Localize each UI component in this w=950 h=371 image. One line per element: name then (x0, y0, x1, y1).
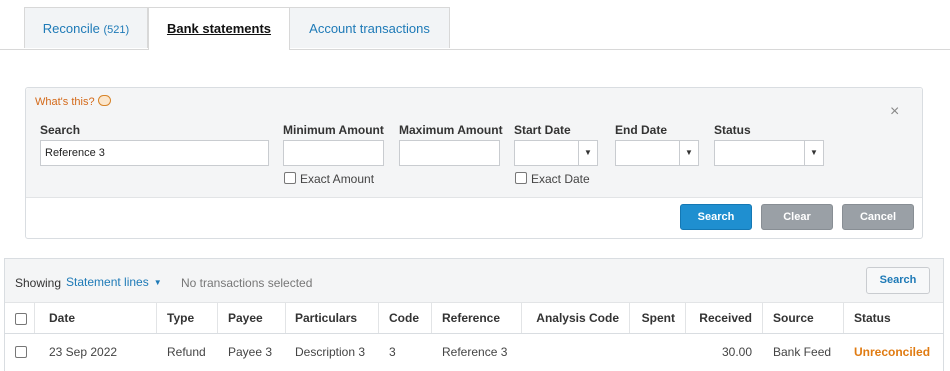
minimum-amount-label: Minimum Amount (283, 123, 384, 137)
column-payee[interactable]: Payee (228, 303, 263, 333)
checkbox-icon[interactable] (515, 172, 527, 184)
caret-down-icon[interactable]: ▼ (679, 141, 698, 165)
search-label: Search (40, 123, 81, 137)
column-reference[interactable]: Reference (442, 303, 500, 333)
row-received: 30.00 (721, 345, 752, 359)
showing-label: Showing (15, 276, 62, 290)
table-header: Date Type Payee Particulars Code Referen… (5, 303, 943, 334)
row-analysis-code (521, 334, 629, 370)
search-panel-fields: What's this? × Search Minimum Amount Max… (26, 88, 922, 198)
column-received[interactable]: Received (685, 303, 762, 333)
lines-search-button[interactable]: Search (866, 267, 930, 294)
close-icon[interactable]: × (890, 103, 899, 121)
status-select[interactable]: ▼ (714, 140, 824, 166)
search-button[interactable]: Search (680, 204, 752, 230)
search-input[interactable] (40, 140, 269, 166)
speech-bubble-icon[interactable] (98, 95, 111, 106)
row-spent (629, 334, 685, 370)
tab-reconcile-label: Reconcile (42, 21, 100, 36)
cancel-button[interactable]: Cancel (842, 204, 914, 230)
start-date-label: Start Date (514, 123, 571, 137)
checkbox-icon[interactable] (284, 172, 296, 184)
view-dropdown[interactable]: Statement lines ▼ (66, 275, 162, 289)
tab-reconcile-count: (521) (103, 24, 130, 36)
row-particulars: Description 3 (295, 345, 366, 359)
search-panel: What's this? × Search Minimum Amount Max… (25, 87, 923, 239)
caret-down-icon: ▼ (153, 278, 162, 287)
row-date: 23 Sep 2022 (49, 345, 118, 359)
tab-bank-statements[interactable]: Bank statements (148, 7, 290, 50)
minimum-amount-input[interactable] (283, 140, 384, 166)
start-date-picker[interactable]: ▼ (514, 140, 598, 166)
table-row[interactable]: 23 Sep 2022 Refund Payee 3 Description 3… (5, 334, 943, 370)
column-status[interactable]: Status (854, 303, 891, 333)
statement-lines-table: Showing Statement lines ▼ No transactions… (4, 258, 944, 371)
tab-bank-statements-label: Bank statements (166, 21, 272, 36)
row-payee: Payee 3 (228, 345, 273, 359)
caret-down-icon[interactable]: ▼ (804, 141, 823, 165)
selection-status: No transactions selected (181, 276, 313, 290)
tab-account-transactions[interactable]: Account transactions (289, 7, 450, 48)
exact-date-label: Exact Date (531, 172, 590, 186)
exact-amount-label: Exact Amount (300, 172, 375, 186)
column-type[interactable]: Type (167, 303, 194, 333)
column-code[interactable]: Code (389, 303, 419, 333)
row-reference: Reference 3 (442, 345, 508, 359)
maximum-amount-label: Maximum Amount (399, 123, 503, 137)
view-dropdown-label: Statement lines (66, 275, 149, 289)
row-status-badge: Unreconciled (854, 345, 931, 359)
tab-reconcile[interactable]: Reconcile (521) (24, 7, 148, 48)
caret-down-icon[interactable]: ▼ (578, 141, 597, 165)
tab-account-transactions-label: Account transactions (309, 21, 430, 36)
column-analysis-code[interactable]: Analysis Code (521, 303, 629, 333)
row-type: Refund (167, 345, 206, 359)
lines-toolbar: Showing Statement lines ▼ No transactions… (5, 259, 943, 303)
maximum-amount-input[interactable] (399, 140, 500, 166)
select-all-checkbox[interactable] (15, 313, 27, 325)
whats-this-link[interactable]: What's this? (35, 96, 95, 108)
exact-amount-checkbox[interactable]: Exact Amount (284, 172, 374, 186)
end-date-label: End Date (615, 123, 668, 137)
column-source[interactable]: Source (773, 303, 814, 333)
end-date-picker[interactable]: ▼ (615, 140, 699, 166)
exact-date-checkbox[interactable]: Exact Date (515, 172, 590, 186)
column-particulars[interactable]: Particulars (295, 303, 357, 333)
status-label: Status (714, 123, 751, 137)
row-checkbox[interactable] (15, 346, 27, 358)
column-spent[interactable]: Spent (629, 303, 685, 333)
row-source: Bank Feed (773, 345, 832, 359)
row-code: 3 (389, 345, 396, 359)
clear-button[interactable]: Clear (761, 204, 833, 230)
column-date[interactable]: Date (49, 303, 75, 333)
tab-bar: Reconcile (521) Bank statements Account … (0, 0, 950, 50)
